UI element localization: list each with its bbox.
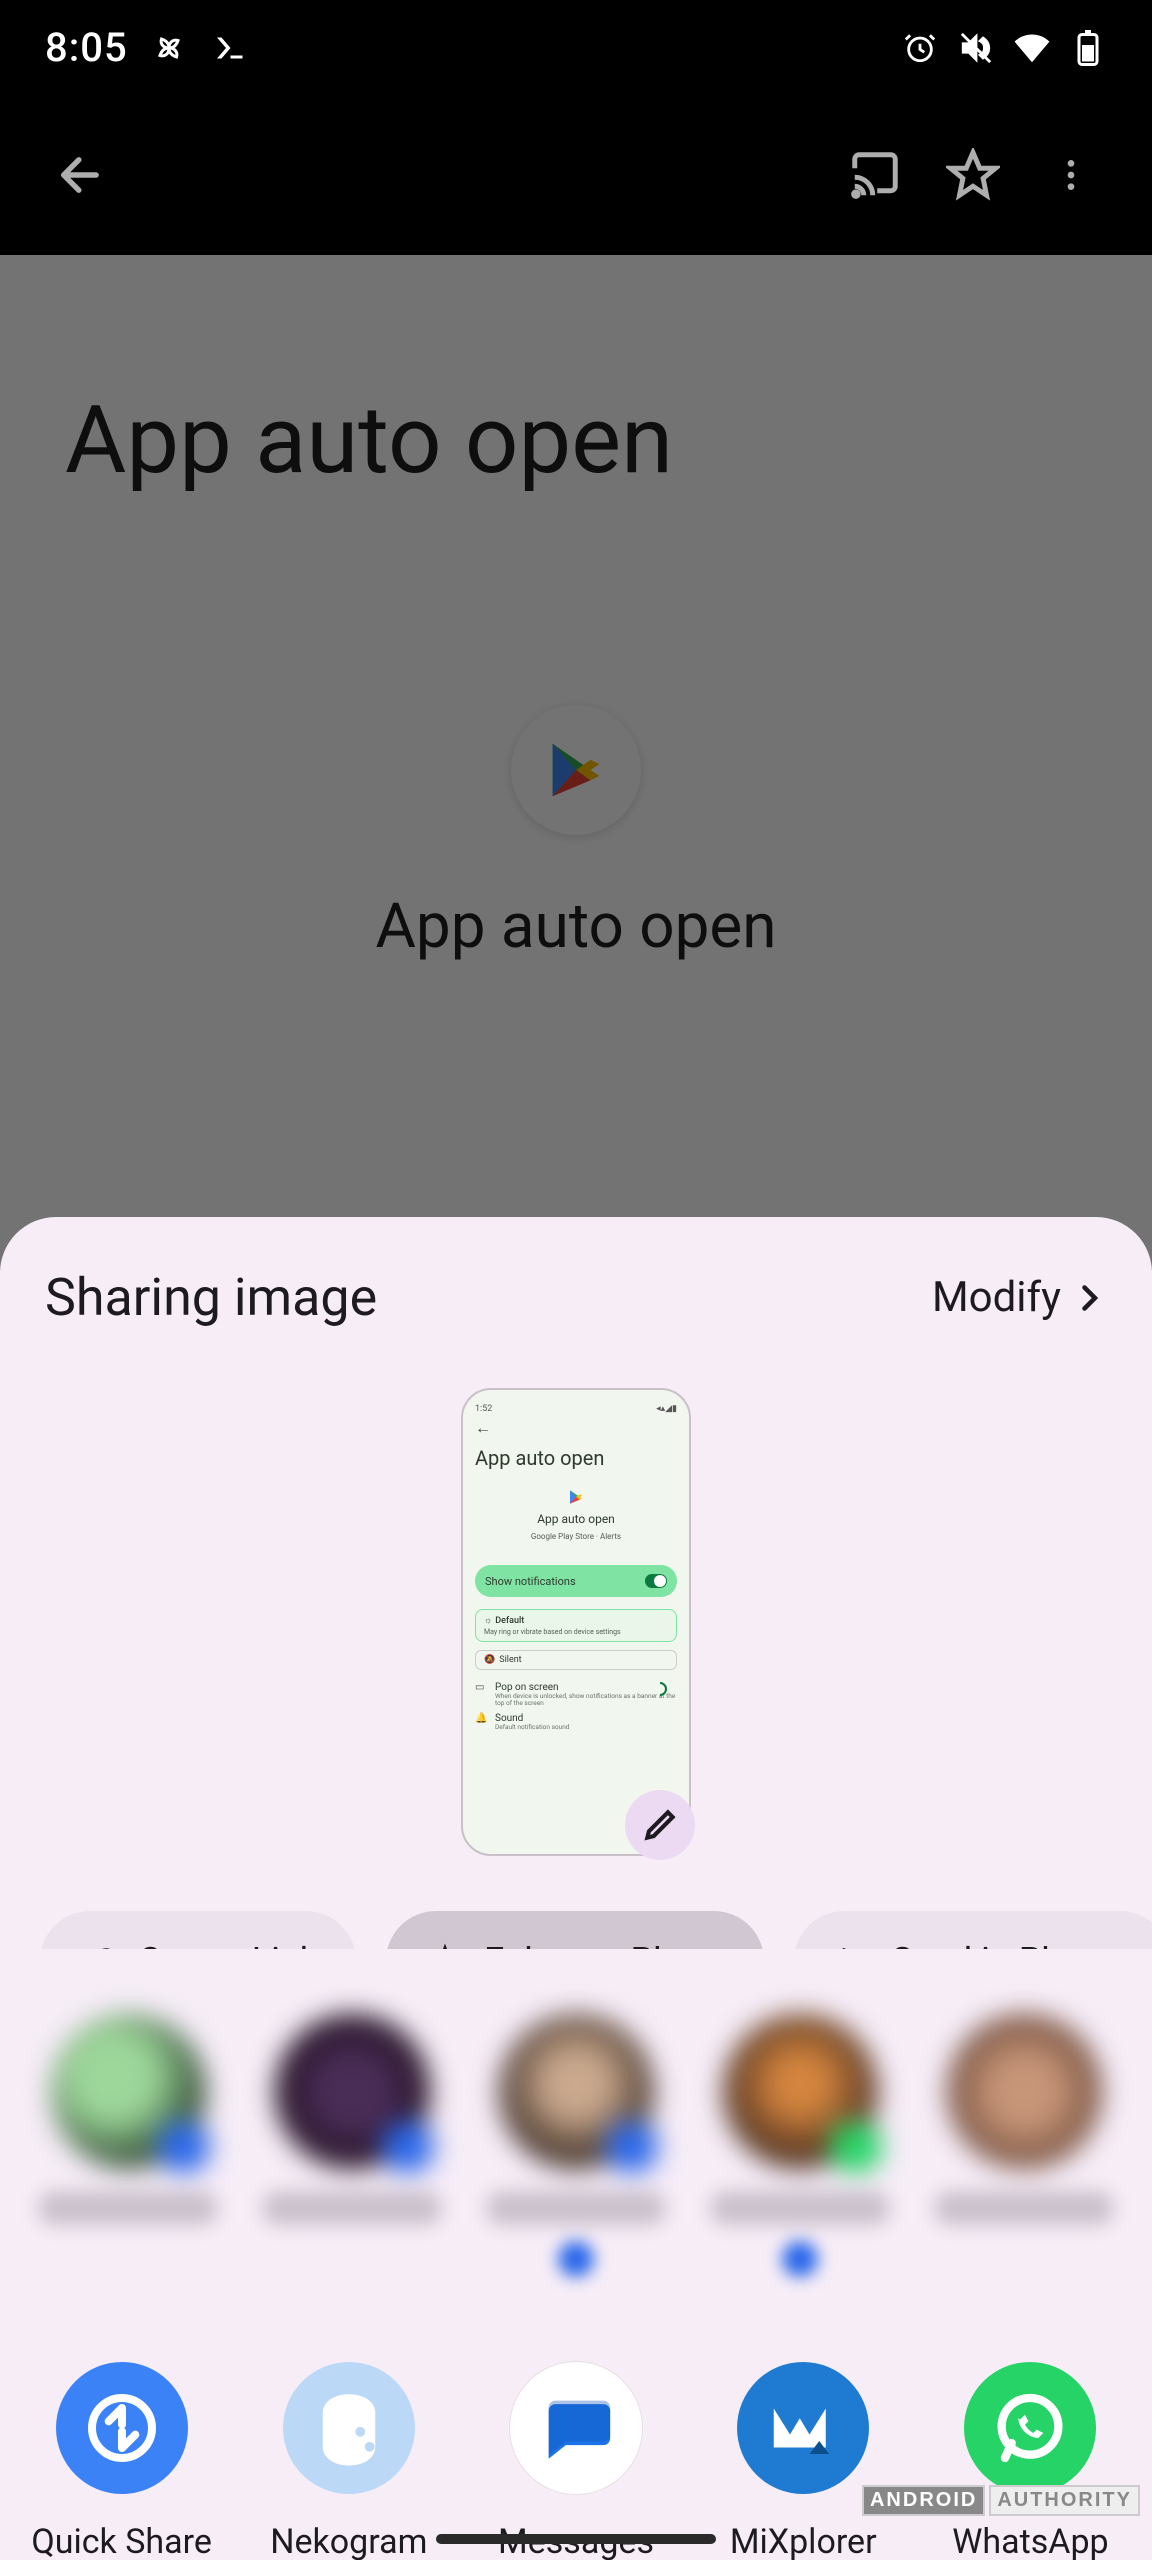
whatsapp-icon — [964, 2362, 1096, 2494]
share-contact[interactable] — [924, 2014, 1124, 2277]
create-link-chip[interactable]: Create Link — [40, 1911, 356, 1949]
pinwheel-icon — [150, 29, 188, 67]
back-button[interactable] — [45, 139, 117, 211]
share-contact[interactable] — [700, 2014, 900, 2277]
share-app-nekogram[interactable]: Nekogram — [235, 2362, 462, 2560]
avatar — [275, 2014, 430, 2169]
share-app-messages[interactable]: Messages — [462, 2362, 689, 2560]
share-apps-row: Quick Share Nekogram Messages MiXplorer — [0, 2332, 1152, 2560]
wifi-icon — [1013, 29, 1051, 67]
share-app-quick-share[interactable]: Quick Share — [8, 2362, 235, 2560]
contact-name-placeholder — [38, 2191, 218, 2225]
app-toolbar — [0, 95, 1152, 255]
enhance-photo-chip[interactable]: Enhance Photo — [386, 1911, 764, 1949]
app-badge — [558, 2241, 594, 2277]
avatar — [723, 2014, 878, 2169]
watermark: ANDROIDAUTHORITY — [862, 2485, 1140, 2516]
sparkle-icon — [424, 1940, 466, 1949]
share-app-whatsapp[interactable]: WhatsApp — [917, 2362, 1144, 2560]
battery-icon — [1069, 29, 1107, 67]
photos-pinwheel-icon — [832, 1940, 874, 1949]
share-contact[interactable] — [476, 2014, 676, 2277]
status-time: 8:05 — [45, 24, 128, 71]
quick-share-icon — [56, 2362, 188, 2494]
send-in-photos-chip[interactable]: Send in Photos — [794, 1911, 1152, 1949]
contact-name-placeholder — [486, 2191, 666, 2225]
mute-icon — [957, 29, 995, 67]
link-icon — [78, 1940, 120, 1949]
edit-icon — [625, 1790, 695, 1860]
sheet-title: Sharing image — [45, 1267, 377, 1328]
share-contact[interactable] — [252, 2014, 452, 2277]
gesture-nav-bar[interactable] — [0, 2534, 1152, 2544]
cast-button[interactable] — [839, 139, 911, 211]
terminal-icon — [210, 29, 248, 67]
status-bar: 8:05 — [0, 0, 1152, 95]
share-app-mixplorer[interactable]: MiXplorer Copy to… — [690, 2362, 917, 2560]
contact-name-placeholder — [710, 2191, 890, 2225]
mixplorer-icon — [737, 2362, 869, 2494]
nekogram-icon — [283, 2362, 415, 2494]
avatar — [947, 2014, 1102, 2169]
favorite-button[interactable] — [937, 139, 1009, 211]
alarm-icon — [901, 29, 939, 67]
overflow-menu-button[interactable] — [1035, 139, 1107, 211]
contact-name-placeholder — [934, 2191, 1114, 2225]
app-badge — [782, 2241, 818, 2277]
page-content: App auto open App auto open Sharing imag… — [0, 255, 1152, 2560]
messages-icon — [510, 2362, 642, 2494]
share-sheet: Sharing image Modify 1:52◂▴◢▮ ← App auto… — [0, 1217, 1152, 2560]
contact-name-placeholder — [262, 2191, 442, 2225]
action-chip-row: Create Link Enhance Photo Send in Photos… — [0, 1856, 1152, 1949]
modify-button[interactable]: Modify — [932, 1273, 1107, 1322]
chevron-right-icon — [1071, 1280, 1107, 1316]
avatar — [51, 2014, 206, 2169]
modify-label: Modify — [932, 1273, 1061, 1322]
share-contacts-row — [0, 1949, 1152, 2332]
avatar — [499, 2014, 654, 2169]
share-preview-thumbnail[interactable]: 1:52◂▴◢▮ ← App auto open App auto open G… — [461, 1388, 691, 1856]
share-contact[interactable] — [28, 2014, 228, 2277]
